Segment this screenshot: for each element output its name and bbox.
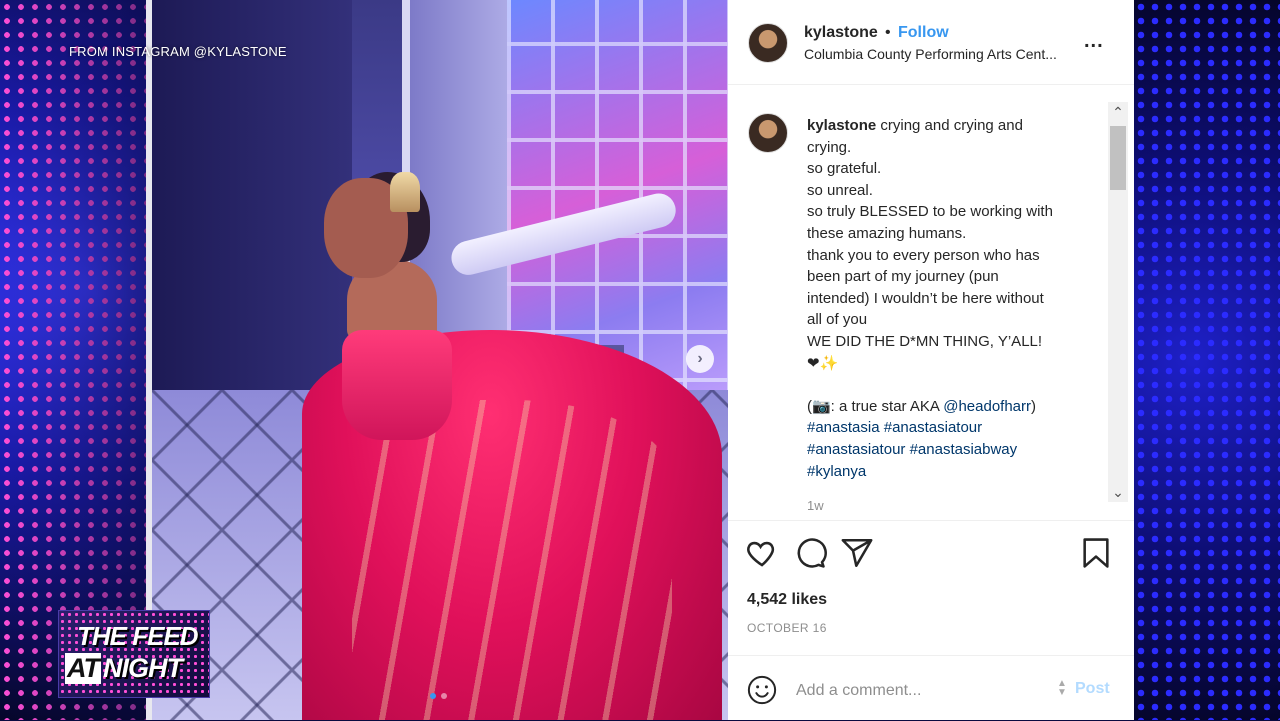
heart-icon[interactable] [745, 536, 779, 570]
caption-line: so truly BLESSED to be working with [807, 203, 1053, 221]
caption-line: intended) I wouldn’t be here without [807, 289, 1044, 307]
header-username[interactable]: kylastone [804, 24, 878, 42]
post-actions [728, 536, 1134, 576]
likes-count[interactable]: 4,542 likes [747, 591, 827, 609]
location-link[interactable]: Columbia County Performing Arts Cent... [804, 46, 1074, 62]
carousel-dot-active [430, 693, 436, 699]
comment-icon[interactable] [793, 536, 827, 570]
instagram-post-panel: kylastone • Follow Columbia County Perfo… [728, 0, 1134, 720]
caption-line: crying. [807, 138, 852, 156]
hashtag-link[interactable]: #kylanya [807, 463, 866, 480]
caption-line: so unreal. [807, 181, 873, 199]
photo-bodice [342, 330, 452, 440]
hashtag-line: #anastasiatour #anastasiabway [807, 439, 1097, 461]
photo-wall [152, 0, 352, 400]
avatar[interactable] [748, 23, 788, 63]
add-comment-bar: ▲▼ Post [728, 655, 1134, 721]
caption-line: these amazing humans. [807, 224, 967, 242]
photo-gown-detail [352, 400, 672, 720]
scroll-thumb[interactable] [1110, 126, 1126, 190]
caption-line: thank you to every person who has [807, 246, 1040, 264]
caption-credit-line: (📷: a true star AKA @headofharr) [807, 396, 1097, 418]
post-photo[interactable] [152, 0, 728, 720]
carousel-dot [441, 693, 447, 699]
show-logo: THE FEED AT NIGHT [58, 610, 210, 698]
bookmark-icon[interactable] [1079, 536, 1113, 570]
show-logo-line1: THE FEED [77, 621, 199, 651]
caption-line: all of you [807, 311, 868, 329]
carousel-dots [430, 693, 447, 699]
show-logo-line2: AT NIGHT [65, 653, 183, 684]
credit-suffix: ) [1031, 397, 1037, 415]
more-options-icon[interactable]: ... [1084, 30, 1104, 53]
hashtag-link[interactable]: #anastasiatour [884, 419, 982, 436]
hashtag-link[interactable]: #anastasia [807, 419, 880, 436]
post-date: OCTOBER 16 [747, 621, 827, 635]
header-separator: • [885, 24, 891, 41]
chevron-right-icon: › [697, 350, 703, 367]
show-logo-at: AT [65, 653, 101, 684]
hashtag-line: #anastasia #anastasiatour [807, 417, 1097, 439]
source-caption: FROM INSTAGRAM @KYLASTONE [69, 44, 287, 59]
carousel-next-button[interactable]: › [686, 345, 714, 373]
caption-line: WE DID THE D*MN THING, Y’ALL! [807, 332, 1043, 350]
post-header: kylastone • Follow Columbia County Perfo… [728, 0, 1134, 85]
caption-line: been part of my journey (pun [807, 268, 999, 286]
caption-scrollbar[interactable]: ⌃ ⌄ [1108, 102, 1128, 502]
caption-section[interactable]: kylastone crying and crying and crying. … [728, 85, 1134, 521]
scroll-down-icon[interactable]: ⌄ [1108, 482, 1128, 502]
hashtag-link[interactable]: #anastasiabway [910, 441, 1018, 458]
hashtag-link[interactable]: #anastasiatour [807, 441, 905, 458]
smile-icon[interactable] [747, 675, 777, 705]
caption-avatar[interactable] [748, 113, 788, 153]
caption-timestamp[interactable]: 1w [807, 498, 824, 513]
follow-button[interactable]: Follow [898, 24, 949, 42]
share-icon[interactable] [840, 536, 874, 570]
resize-handle-icon: ▲ ▼ [1057, 678, 1067, 698]
caption-line-text: crying and crying and [880, 117, 1023, 134]
comment-input[interactable] [794, 678, 1048, 704]
caption-username[interactable]: kylastone [807, 117, 876, 134]
right-background [1134, 0, 1280, 720]
credit-mention-link[interactable]: @headofharr [943, 398, 1031, 415]
hashtag-line: #kylanya [807, 461, 1097, 483]
caption-text: kylastone crying and crying and crying. … [807, 115, 1097, 482]
caption-emoji-line: ❤✨ [807, 354, 839, 372]
caption-line: kylastone crying and crying and [807, 115, 1097, 137]
caption-line: so grateful. [807, 160, 882, 178]
credit-prefix: (📷: a true star AKA [807, 397, 944, 415]
show-logo-night: NIGHT [103, 653, 183, 683]
photo-tiara [390, 172, 420, 212]
post-comment-button[interactable]: Post [1075, 680, 1110, 698]
scroll-up-icon[interactable]: ⌃ [1108, 102, 1128, 122]
